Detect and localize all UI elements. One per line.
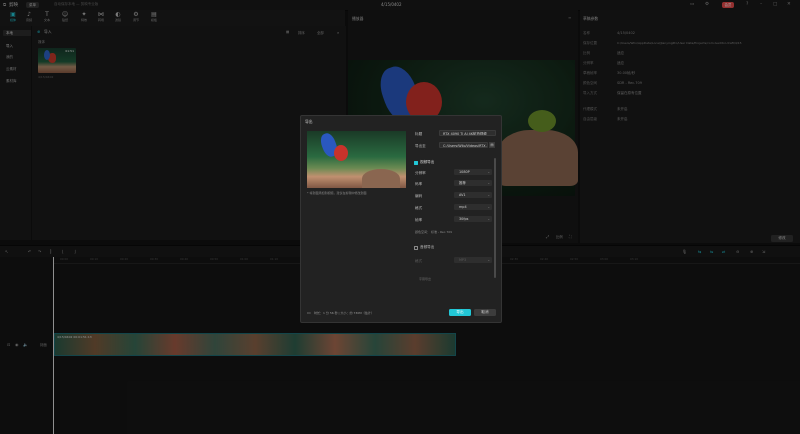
folder-icon[interactable]: ▤ (489, 142, 495, 148)
video-export-checkbox[interactable] (414, 161, 418, 165)
codec-label: 编码 (415, 194, 423, 198)
audio-export-checkbox[interactable] (414, 246, 418, 250)
export-info: 时长：1 分 56 秒 | 大小：约 730M（估计） (314, 311, 374, 315)
export-cover-preview[interactable] (307, 131, 406, 188)
codec-select[interactable]: AV1 ⌄ (454, 192, 492, 198)
dialog-scrollbar[interactable] (494, 158, 496, 278)
video-export-label: 视频导出 (420, 160, 435, 164)
bitrate-value: 推荐 (459, 181, 466, 185)
chevron-down-icon: ⌄ (487, 205, 490, 209)
audio-export-label: 音频导出 (420, 245, 435, 249)
framerate-select[interactable]: 30fps ⌄ (454, 216, 492, 222)
audio-format-select[interactable]: MP3 ⌄ (454, 257, 492, 263)
export-dialog: 导出 * 将封面添加到视频，建议在剪辑中修改封面 标题 RTX 4090 Ti … (300, 115, 502, 323)
cancel-button[interactable]: 取消 (474, 309, 496, 316)
title-label: 标题 (415, 132, 423, 136)
format-value: mp4 (459, 205, 467, 209)
codec-value: AV1 (459, 193, 466, 197)
resolution-value: 1080P (459, 170, 470, 174)
chevron-down-icon: ⌄ (487, 193, 490, 197)
export-title: 导出 (305, 119, 313, 124)
film-icon: ▭ (307, 310, 311, 315)
format-select[interactable]: mp4 ⌄ (454, 204, 492, 210)
audio-format-value: MP3 (459, 258, 467, 262)
path-input[interactable]: C:/Users/Wilo/Videos/RTX... (439, 142, 488, 148)
path-label: 导出至 (415, 144, 426, 148)
framerate-value: 30fps (459, 217, 469, 221)
export-button[interactable]: 导出 (449, 309, 471, 316)
bitrate-label: 码率 (415, 182, 423, 186)
color-space-info: 颜色空间： 标准 - Rec.709 (415, 230, 453, 234)
chevron-down-icon: ⌄ (487, 217, 490, 221)
resolution-label: 分辨率 (415, 171, 426, 175)
framerate-label: 帧率 (415, 218, 423, 222)
chevron-down-icon: ⌄ (487, 258, 490, 262)
branch-shape (362, 169, 400, 188)
parrot-body-shape (334, 145, 348, 161)
format-label: 格式 (415, 206, 423, 210)
audio-format-label: 格式 (415, 259, 423, 263)
title-input[interactable]: RTX 4090 Ti AI 4K航拍视频 (439, 130, 496, 136)
chevron-down-icon: ⌄ (487, 181, 490, 185)
chevron-down-icon: ⌄ (487, 170, 490, 174)
cover-note: * 将封面添加到视频，建议在剪辑中修改封面 (307, 191, 367, 195)
subtitle-export-label: 字幕导出 (419, 277, 432, 281)
resolution-select[interactable]: 1080P ⌄ (454, 169, 492, 175)
bitrate-select[interactable]: 推荐 ⌄ (454, 180, 492, 186)
